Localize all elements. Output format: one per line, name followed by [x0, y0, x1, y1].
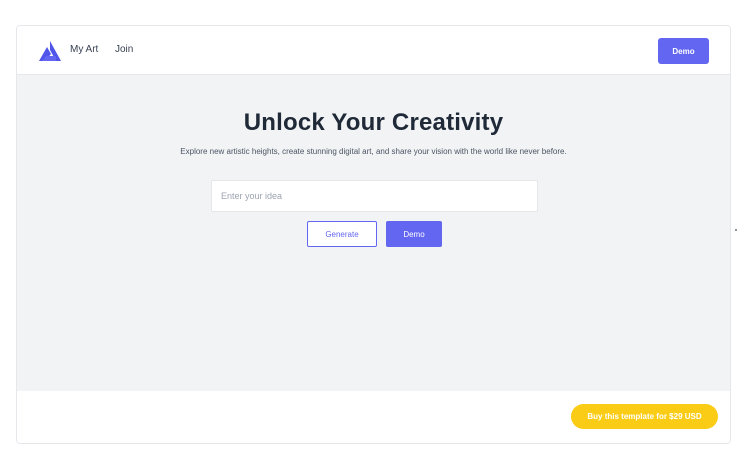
- triangle-logo-icon[interactable]: [39, 41, 61, 61]
- stray-dot: [735, 229, 737, 231]
- hero-title: Unlock Your Creativity: [243, 109, 504, 136]
- footer: Buy this template for $29 USD: [17, 391, 730, 443]
- buy-template-button[interactable]: Buy this template for $29 USD: [571, 404, 718, 429]
- hero-subtitle: Explore new artistic heights, create stu…: [180, 147, 567, 156]
- navbar: My Art Join Demo: [17, 26, 730, 75]
- hero-demo-button[interactable]: Demo: [386, 221, 442, 247]
- generate-button[interactable]: Generate: [307, 221, 377, 247]
- app-frame: My Art Join Demo Unlock Your Creativity …: [16, 25, 731, 444]
- hero-section: Unlock Your Creativity Explore new artis…: [17, 75, 730, 391]
- idea-input[interactable]: [211, 180, 538, 212]
- nav-link-join[interactable]: Join: [115, 44, 133, 55]
- nav-demo-button[interactable]: Demo: [658, 38, 709, 64]
- nav-link-my-art[interactable]: My Art: [70, 44, 98, 55]
